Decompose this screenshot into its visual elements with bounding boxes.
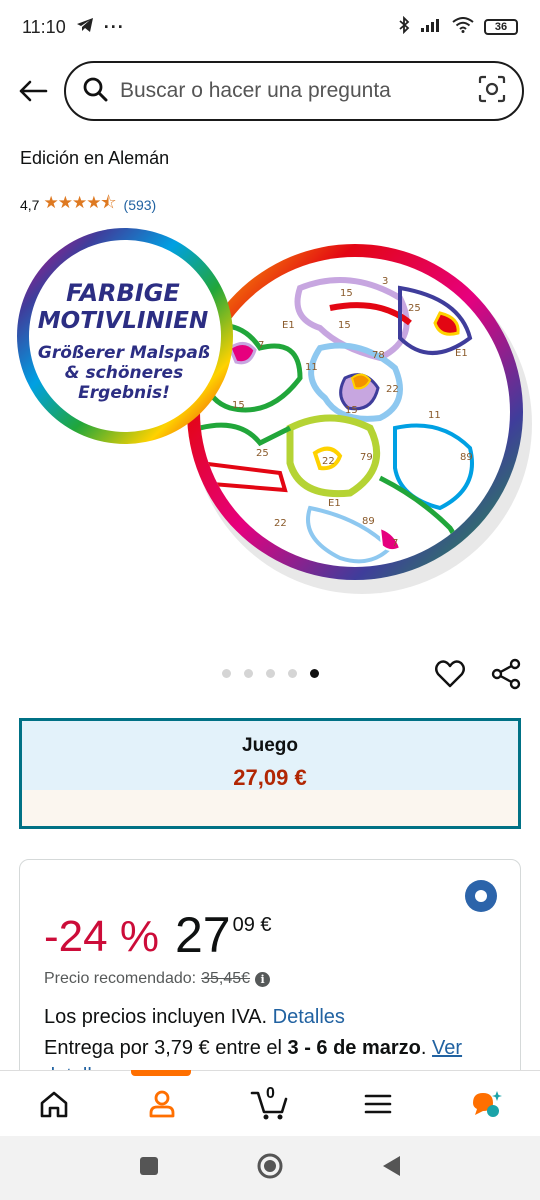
rrp-value: 35,45€	[201, 970, 251, 987]
svg-text:22: 22	[322, 456, 335, 467]
svg-text:79: 79	[360, 452, 373, 463]
badge-line2: MOTIVLINIEN	[38, 308, 208, 334]
svg-text:E1: E1	[282, 320, 295, 331]
vat-details-link[interactable]: Detalles	[273, 1006, 345, 1028]
search-header: Buscar o hacer una pregunta	[0, 58, 540, 124]
price-row: -24 % 27 09 €	[44, 908, 272, 962]
cart-icon[interactable]: 0	[216, 1071, 324, 1136]
svg-text:89: 89	[460, 452, 473, 463]
vat-text: Los precios incluyen IVA.	[44, 1006, 268, 1028]
format-name: Juego	[242, 735, 298, 756]
svg-text:15: 15	[340, 288, 353, 299]
search-placeholder: Buscar o hacer una pregunta	[120, 79, 391, 102]
svg-text:E1: E1	[328, 498, 341, 509]
back-button[interactable]	[380, 1154, 402, 1183]
carousel-dot[interactable]	[244, 669, 253, 678]
bluetooth-icon	[398, 15, 410, 39]
format-option-juego[interactable]: Juego 27,09 €	[19, 718, 521, 829]
home-icon[interactable]	[0, 1071, 108, 1136]
bottom-nav: 0	[0, 1070, 540, 1136]
price-fraction: 09 €	[232, 914, 272, 936]
product-image[interactable]: 15 3 25 E1 7 15 78 E1 11 22 15 15 11 25 22 79 89…	[0, 228, 540, 638]
cart-count: 0	[265, 1085, 275, 1102]
battery-icon: 36	[484, 19, 518, 35]
system-nav-bar	[0, 1136, 540, 1200]
delivery-dates: 3 - 6 de marzo	[287, 1037, 421, 1059]
rrp-label: Precio recomendado:	[44, 970, 197, 987]
svg-text:25: 25	[256, 448, 269, 459]
svg-text:78: 78	[372, 350, 385, 361]
edition-label: Edición en Alemán	[20, 148, 170, 168]
carousel-dot[interactable]	[288, 669, 297, 678]
delivery-prefix: Entrega por 3,79 € entre el	[44, 1037, 282, 1059]
home-button[interactable]	[256, 1152, 284, 1185]
battery-level: 36	[494, 21, 508, 33]
svg-text:15: 15	[338, 320, 351, 331]
back-arrow-icon[interactable]	[16, 74, 50, 108]
badge-line1: FARBIGE	[66, 279, 180, 307]
svg-text:15: 15	[232, 400, 245, 411]
rufus-icon[interactable]	[432, 1071, 540, 1136]
carousel-dot[interactable]	[266, 669, 275, 678]
badge-line4: & schöneres	[65, 363, 183, 383]
account-icon[interactable]	[108, 1071, 216, 1136]
svg-text:11: 11	[428, 410, 441, 421]
rating-row[interactable]: 4,7 ★★★★⯪ (593)	[20, 190, 156, 219]
svg-text:7: 7	[258, 340, 264, 351]
svg-text:3: 3	[382, 276, 388, 287]
discount-percent: -24 %	[44, 912, 159, 961]
price-whole: 27	[174, 907, 231, 963]
carousel-indicator	[222, 669, 319, 678]
svg-text:22: 22	[274, 518, 287, 529]
menu-icon[interactable]	[324, 1071, 432, 1136]
share-icon[interactable]	[490, 658, 522, 690]
svg-text:25: 25	[408, 303, 421, 314]
recents-button[interactable]	[138, 1155, 160, 1182]
svg-text:22: 22	[386, 384, 399, 395]
telegram-icon	[76, 17, 94, 38]
status-bar: 11:10 ··· 36	[0, 0, 540, 54]
svg-text:7: 7	[392, 538, 398, 549]
badge-circle	[29, 240, 221, 432]
rating-count-link[interactable]: (593)	[124, 197, 157, 213]
vat-row: Los precios incluyen IVA. Detalles	[44, 1006, 345, 1029]
status-time: 11:10	[22, 16, 66, 37]
signal-icon	[420, 17, 442, 38]
star-rating-icon: ★★★★⯪	[43, 193, 116, 212]
search-input[interactable]: Buscar o hacer una pregunta	[64, 61, 524, 121]
svg-text:89: 89	[362, 516, 375, 527]
badge-line3: Größerer Malspaß	[38, 343, 210, 363]
rating-value: 4,7	[20, 196, 40, 213]
rrp-row: Precio recomendado: 35,45€ i	[44, 970, 271, 988]
svg-text:15: 15	[345, 405, 358, 416]
info-icon[interactable]: i	[255, 971, 271, 987]
camera-scan-icon[interactable]	[478, 75, 506, 108]
format-price: 27,09 €	[233, 765, 307, 790]
svg-text:11: 11	[305, 362, 318, 373]
badge-line5: Ergebnis!	[78, 383, 170, 403]
carousel-dot-active[interactable]	[310, 669, 319, 678]
heart-icon[interactable]	[434, 658, 466, 690]
search-icon	[82, 76, 108, 107]
carousel-dot[interactable]	[222, 669, 231, 678]
svg-text:E1: E1	[455, 348, 468, 359]
offer-radio-selected[interactable]	[465, 880, 497, 912]
wifi-icon	[452, 16, 474, 38]
more-dots-icon: ···	[103, 16, 125, 37]
